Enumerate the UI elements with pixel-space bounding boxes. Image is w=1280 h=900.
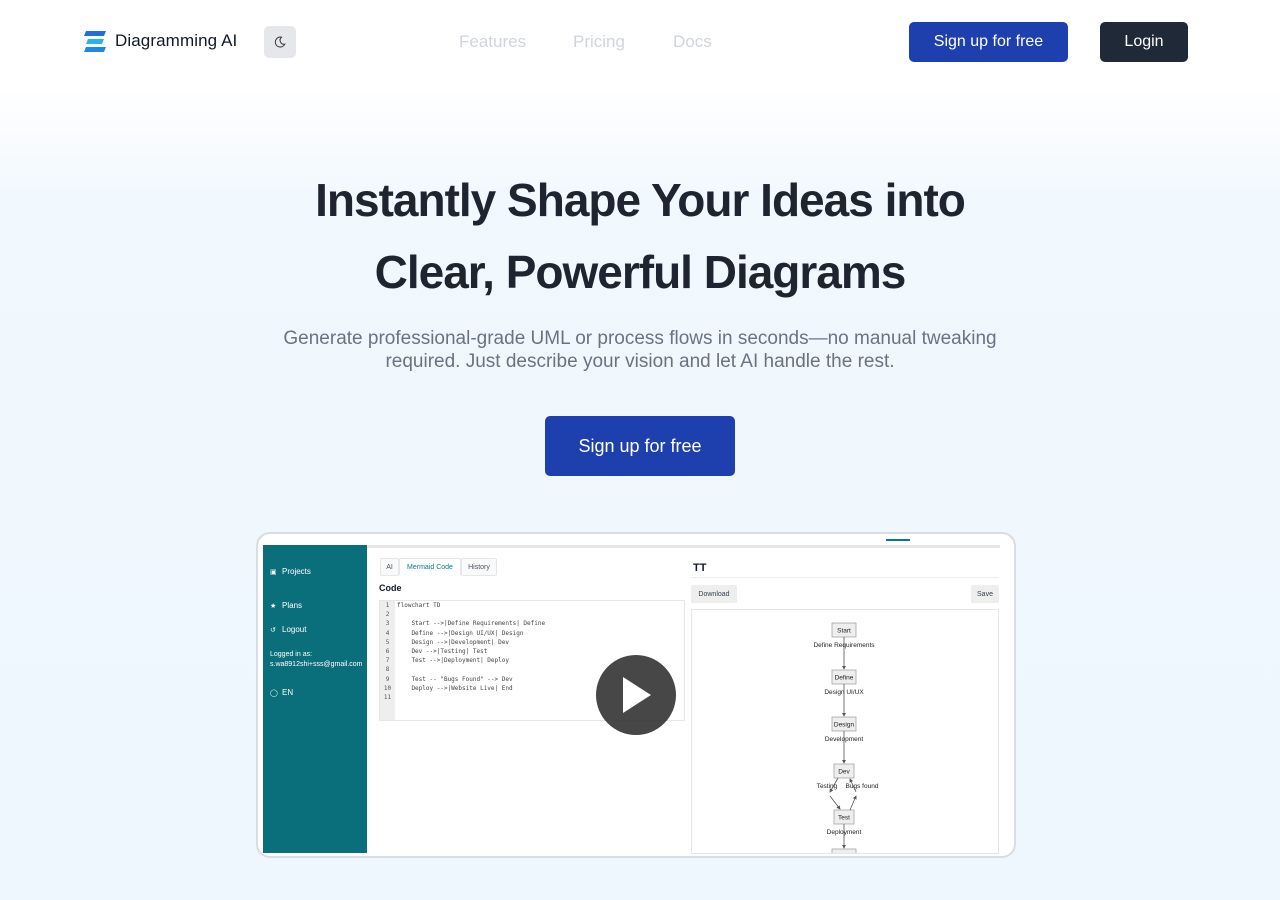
code-line: Start -->|Define Requirements| Define [397, 620, 546, 628]
flow-node-define: Define [831, 669, 857, 685]
flow-node-start: Start [831, 622, 857, 638]
diagram-canvas[interactable]: Start Define Design Dev Test Define Requirem… [691, 609, 999, 854]
sidebar-item-projects[interactable]: ▣ Projects [270, 567, 311, 576]
brand-name[interactable]: Diagramming AI [115, 31, 237, 51]
nav-pricing[interactable]: Pricing [573, 32, 625, 52]
star-icon: ★ [270, 603, 277, 610]
flow-edge-label: Design UI/UX [824, 689, 864, 696]
logout-icon: ↺ [270, 627, 276, 634]
logged-in-label: Logged in as: [270, 651, 313, 658]
flow-node-label: Design [834, 722, 855, 729]
line-numbers: 1 2 3 4 5 6 7 8 9 10 11 [380, 601, 395, 720]
hero-title-line1: Instantly Shape Your Ideas into [315, 174, 966, 226]
flow-edge-label: Bugs found [846, 783, 879, 790]
flow-node-label: Define [835, 675, 854, 682]
signup-button[interactable]: Sign up for free [909, 22, 1068, 62]
hero-subtitle: Generate professional-grade UML or proce… [260, 327, 1020, 373]
line-number: 10 [383, 684, 392, 692]
line-number: 2 [385, 611, 390, 619]
flow-node-deploy [831, 848, 857, 853]
moon-icon [274, 36, 286, 48]
hero-title-line2: Clear, Powerful Diagrams [374, 246, 907, 298]
line-number: 3 [385, 620, 390, 628]
nav-features[interactable]: Features [459, 32, 526, 52]
code-line: Design -->|Development| Dev [397, 638, 509, 646]
sidebar-item-logout[interactable]: ↺ Logout [270, 625, 306, 634]
flow-node-label: Start [837, 628, 851, 635]
line-number: 9 [385, 675, 390, 683]
line-number: 4 [385, 629, 390, 637]
line-number: 1 [385, 602, 390, 609]
tab-ai[interactable]: AI [380, 558, 399, 576]
nav-docs[interactable]: Docs [673, 32, 712, 52]
site-header: Diagramming AI Features Pricing Docs Sig… [0, 0, 1280, 84]
line-number: 6 [385, 647, 390, 655]
logo-icon[interactable] [83, 30, 107, 54]
line-number: 7 [385, 657, 390, 665]
flow-node-dev: Dev [833, 763, 855, 779]
flow-edge-label: Development [825, 736, 863, 743]
sidebar-item-label: Logout [282, 625, 307, 634]
diagram-title[interactable]: TT [691, 558, 999, 578]
line-number: 5 [385, 638, 390, 646]
flow-edge [829, 795, 841, 810]
flow-node-design: Design [831, 716, 857, 732]
line-number: 11 [383, 693, 392, 701]
flow-node-label: Test [838, 815, 850, 822]
hero-signup-button[interactable]: Sign up for free [545, 416, 735, 476]
line-number: 8 [385, 666, 390, 674]
flow-edge-label: Deployment [827, 829, 862, 836]
sidebar-item-label: Projects [282, 567, 311, 576]
flow-edge [849, 795, 857, 811]
tab-mermaid-code[interactable]: Mermaid Code [399, 558, 461, 576]
play-video-button[interactable] [596, 655, 676, 735]
download-button[interactable]: Download [691, 585, 737, 603]
sidebar-item-label: Plans [282, 601, 303, 610]
flow-edge-label: Define Requirements [813, 642, 875, 649]
app-topbar-divider [367, 545, 1000, 548]
language-selector[interactable]: ◯ EN [270, 688, 293, 697]
logged-in-info: Logged in as: s.wa8912shi+sss@gmail.com [270, 650, 363, 670]
code-label: Code [379, 583, 402, 593]
flow-node-label: Dev [838, 769, 850, 776]
play-icon [623, 677, 651, 713]
top-accent-mark [886, 539, 910, 541]
flow-edge-label: Testing [817, 783, 838, 790]
language-label: EN [282, 688, 294, 697]
hero-subtitle-line2: required. Just describe your vision and … [385, 351, 895, 372]
hero-subtitle-line1: Generate professional-grade UML or proce… [283, 328, 997, 349]
theme-toggle-button[interactable] [264, 26, 296, 58]
sidebar-item-plans[interactable]: ★ Plans [270, 601, 302, 610]
flowchart-diagram: Start Define Design Dev Test Define Requirem… [813, 622, 879, 853]
hero-title: Instantly Shape Your Ideas into Clear, P… [240, 164, 1040, 308]
user-email: s.wa8912shi+sss@gmail.com [270, 661, 363, 668]
globe-icon: ◯ [270, 690, 278, 697]
tab-history[interactable]: History [461, 558, 497, 576]
save-button[interactable]: Save [971, 585, 999, 603]
flow-node-test: Test [833, 809, 855, 825]
code-line: flowchart TD [397, 602, 441, 609]
demo-video-preview[interactable]: ▣ Projects ★ Plans ↺ Logout Logged in as: s… [256, 532, 1016, 858]
folder-icon: ▣ [270, 569, 277, 576]
code-line: Define -->|Design UI/UX| Design [397, 629, 524, 637]
login-button[interactable]: Login [1100, 22, 1188, 62]
app-sidebar: ▣ Projects ★ Plans ↺ Logout Logged in as: s… [263, 545, 367, 853]
